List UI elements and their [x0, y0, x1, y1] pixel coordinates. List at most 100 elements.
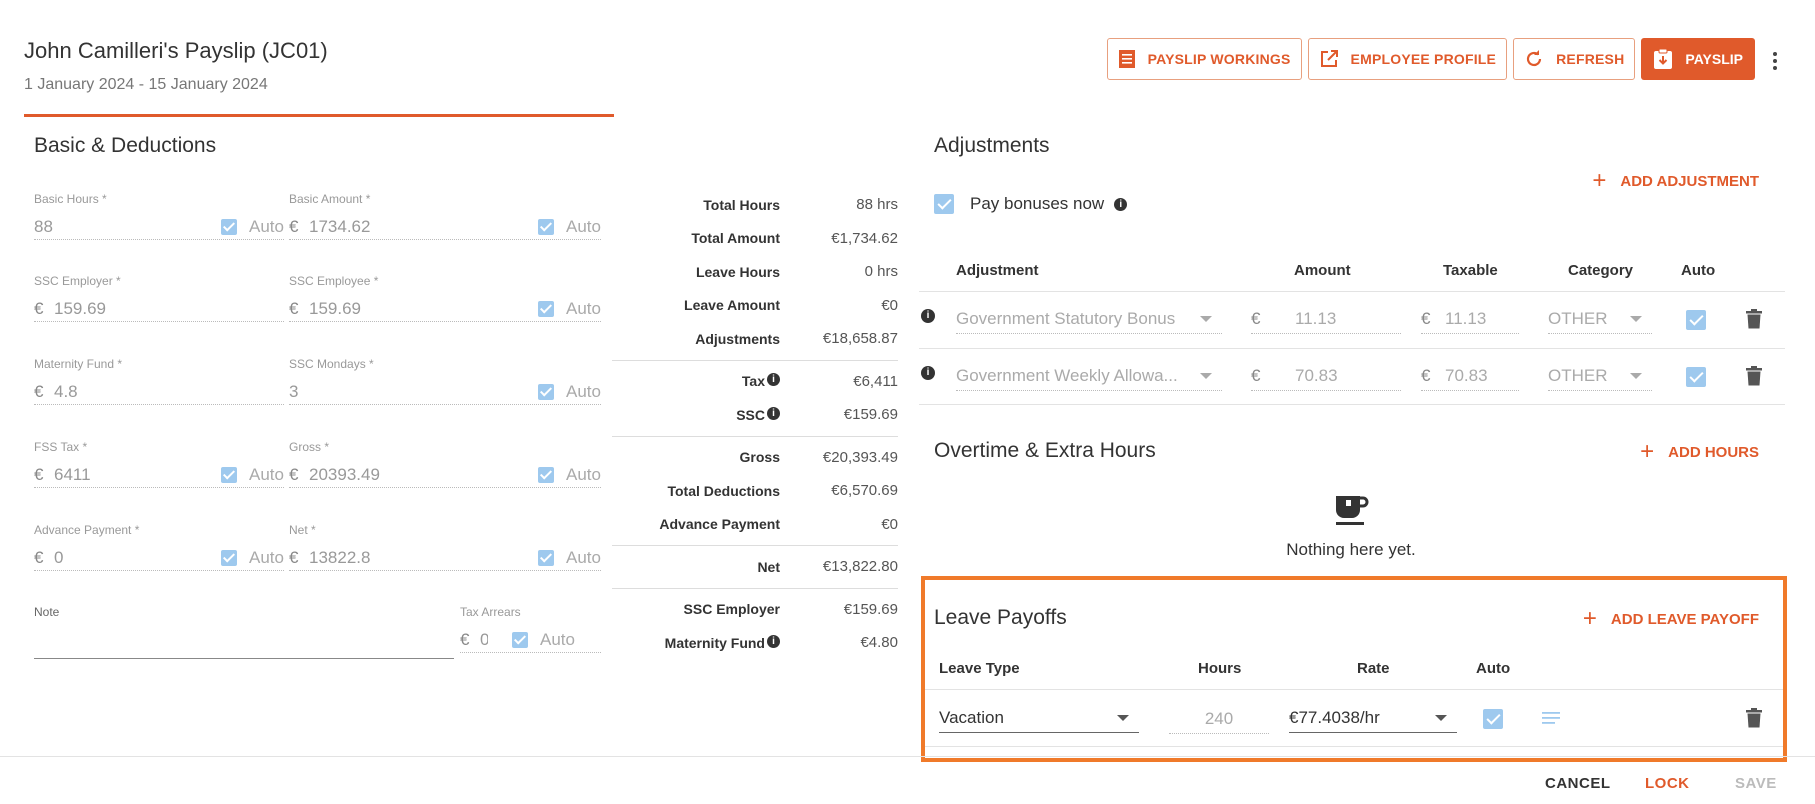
adjustment-auto-checkbox[interactable] [1686, 310, 1706, 330]
adjustment-taxable: 11.13 [1445, 308, 1487, 328]
summary-value: €0 [881, 515, 898, 533]
leave-hours-input[interactable]: 240 [1169, 704, 1269, 734]
ssc-employee-value[interactable]: 159.69 [309, 299, 538, 319]
fss-tax-auto-checkbox[interactable] [221, 466, 238, 483]
tax-arrears-auto-checkbox[interactable] [512, 631, 528, 648]
basic-hours-value[interactable]: 88 [34, 217, 221, 237]
payslip-workings-button[interactable]: PAYSLIP WORKINGS [1106, 38, 1302, 80]
gross-value[interactable]: 20393.49 [309, 465, 538, 485]
info-icon[interactable]: i [767, 634, 780, 648]
cancel-button[interactable]: CANCEL [1545, 775, 1611, 792]
advance-payment-field[interactable]: Advance Payment * € 0 Auto [34, 523, 284, 579]
gross-auto-checkbox[interactable] [538, 466, 555, 483]
header-actions: PAYSLIP WORKINGS EMPLOYEE PROFILE REFRES… [1106, 38, 1755, 80]
adjustment-taxable-input[interactable]: €70.83 [1421, 361, 1519, 391]
auto-label: Auto [540, 629, 575, 649]
auto-label: Auto [249, 464, 284, 484]
basic-hours-field[interactable]: Basic Hours * 88 Auto [34, 192, 284, 248]
currency-symbol: € [1251, 365, 1261, 385]
currency-symbol: € [34, 464, 44, 484]
advance-payment-auto-checkbox[interactable] [221, 549, 238, 566]
summary-row: Total Hours 88 hrs [612, 188, 898, 222]
info-icon[interactable]: i [921, 309, 935, 323]
fss-tax-field[interactable]: FSS Tax * € 6411 Auto [34, 440, 284, 496]
adjustment-auto-checkbox[interactable] [1686, 367, 1706, 387]
info-icon[interactable]: i [767, 373, 780, 387]
add-adjustment-button[interactable]: + ADD ADJUSTMENT [1592, 169, 1759, 193]
ssc-employer-field[interactable]: SSC Employer * € 159.69 [34, 274, 284, 330]
summary-value: €159.69 [843, 600, 898, 618]
basic-deductions-title: Basic & Deductions [34, 134, 217, 157]
fss-tax-value[interactable]: 6411 [54, 465, 221, 485]
trash-icon[interactable] [1746, 309, 1762, 329]
info-icon[interactable]: i [921, 366, 935, 380]
tax-arrears-field[interactable]: Tax Arrears € 0 Auto [460, 605, 601, 661]
maternity-fund-field[interactable]: Maternity Fund * € 4.8 [34, 357, 284, 413]
payslip-download-button[interactable]: PAYSLIP [1641, 38, 1755, 80]
add-hours-button[interactable]: + ADD HOURS [1640, 440, 1759, 464]
notes-icon[interactable] [1542, 711, 1562, 725]
coffee-cup-icon [1336, 496, 1369, 525]
adjustment-category-select[interactable]: OTHER [1548, 304, 1652, 334]
basic-amount-auto-checkbox[interactable] [538, 218, 555, 235]
leave-payoffs-title: Leave Payoffs [934, 606, 1067, 629]
chevron-down-icon [1200, 315, 1212, 322]
leave-type-select[interactable]: Vacation [939, 703, 1139, 733]
adjustment-taxable-input[interactable]: €11.13 [1421, 304, 1519, 334]
net-field[interactable]: Net * € 13822.8 Auto [289, 523, 601, 579]
currency-symbol: € [34, 298, 44, 318]
ssc-employer-value[interactable]: 159.69 [54, 299, 284, 319]
refresh-button[interactable]: REFRESH [1513, 38, 1636, 80]
leave-auto-checkbox[interactable] [1483, 709, 1503, 729]
net-auto-checkbox[interactable] [538, 549, 555, 566]
save-button[interactable]: SAVE [1735, 775, 1777, 792]
plus-icon: + [1582, 605, 1597, 632]
summary-divider [612, 435, 898, 437]
receipt-icon [1118, 50, 1135, 68]
table-divider [919, 291, 1785, 292]
adjustment-type-select[interactable]: Government Weekly Allowa... [956, 361, 1222, 391]
basic-amount-field[interactable]: Basic Amount * € 1734.62 Auto [289, 192, 601, 248]
ssc-mondays-value[interactable]: 3 [289, 382, 538, 402]
summary-key: Leave Hours [695, 263, 780, 280]
ssc-employer-label: SSC Employer * [34, 274, 121, 288]
leave-rate-select[interactable]: €77.4038/hr [1289, 703, 1457, 733]
adjustment-amount-input[interactable]: €70.83 [1251, 361, 1401, 391]
gross-label: Gross * [289, 440, 330, 454]
overtime-title: Overtime & Extra Hours [934, 439, 1156, 462]
basic-hours-label: Basic Hours * [34, 192, 107, 206]
lock-button[interactable]: LOCK [1645, 775, 1690, 792]
info-icon[interactable]: i [1114, 197, 1128, 211]
adjustment-type-select[interactable]: Government Statutory Bonus [956, 304, 1222, 334]
ssc-employee-field[interactable]: SSC Employee * € 159.69 Auto [289, 274, 601, 330]
ssc-mondays-auto-checkbox[interactable] [538, 383, 555, 400]
pay-bonuses-checkbox[interactable] [934, 194, 954, 214]
ssc-mondays-field[interactable]: SSC Mondays * 3 Auto [289, 357, 601, 413]
adjustment-amount-input[interactable]: €11.13 [1251, 304, 1401, 334]
pay-bonuses-toggle[interactable]: Pay bonuses now i [934, 194, 1128, 214]
advance-payment-value[interactable]: 0 [54, 548, 221, 568]
adjustment-amount: 11.13 [1295, 308, 1337, 328]
add-leave-payoff-button[interactable]: + ADD LEAVE PAYOFF [1582, 605, 1759, 632]
basic-hours-auto-checkbox[interactable] [221, 218, 238, 235]
ssc-employee-auto-checkbox[interactable] [538, 300, 555, 317]
page-header: John Camilleri's Payslip (JC01) 1 Januar… [24, 38, 328, 94]
adjustment-category-select[interactable]: OTHER [1548, 361, 1652, 391]
employee-profile-button[interactable]: EMPLOYEE PROFILE [1307, 38, 1508, 80]
gross-field[interactable]: Gross * € 20393.49 Auto [289, 440, 601, 496]
more-options-icon[interactable] [1765, 50, 1785, 72]
summary-key: Total Hours [703, 196, 780, 213]
pay-bonuses-label: Pay bonuses now [970, 194, 1105, 213]
auto-label: Auto [566, 464, 601, 484]
maternity-fund-value[interactable]: 4.8 [54, 382, 284, 402]
info-icon[interactable]: i [767, 406, 780, 420]
tax-arrears-label: Tax Arrears [460, 605, 521, 619]
note-field[interactable]: Note [34, 605, 454, 661]
currency-symbol: € [1421, 308, 1431, 328]
basic-amount-value[interactable]: 1734.62 [309, 217, 538, 237]
trash-icon[interactable] [1746, 708, 1762, 728]
trash-icon[interactable] [1746, 366, 1762, 386]
table-divider [919, 348, 1785, 349]
net-value[interactable]: 13822.8 [309, 548, 538, 568]
tax-arrears-value[interactable]: 0 [480, 630, 488, 650]
